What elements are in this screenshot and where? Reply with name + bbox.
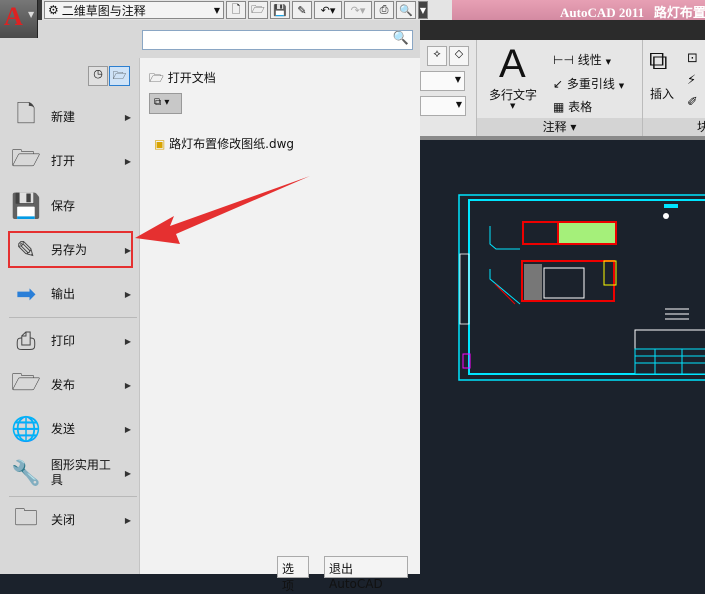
insert-button[interactable]: 插入 (650, 85, 674, 102)
folder-icon: 🗁 (149, 71, 164, 85)
menu-item-close[interactable]: 🗀 关闭 ▶ (8, 500, 134, 540)
recent-documents-icon[interactable]: ◷ (88, 66, 108, 86)
menu-item-drawing-utilities[interactable]: 🔧 图形实用工具 ▶ (8, 453, 134, 493)
ribbon-tab-strip (420, 20, 705, 40)
linear-button[interactable]: ⊢⊣ 线性 ▼ (553, 51, 611, 68)
quick-access-toolbar: ⚙ 二维草图与注释 ▼ 🗋 🗁 💾 ✎ ↶▾ ↷▾ ⎙ 🔍 ▼ (42, 0, 452, 20)
annotation-arrow (135, 176, 310, 244)
submenu-arrow-icon: ▶ (124, 336, 131, 346)
saveas-icon[interactable]: ✎ (292, 1, 312, 19)
preview-icon[interactable]: 🔍 (396, 1, 416, 19)
leader-icon: ↙ (553, 77, 564, 91)
search-input[interactable]: 🔍 (142, 30, 413, 50)
recent-header: 🗁 打开文档 (149, 71, 216, 85)
send-globe-icon: 🌐 (11, 415, 41, 443)
style-combo[interactable]: ▼ (420, 96, 466, 116)
application-menu: 🔍 ◷ 🗁 🗋 新建 ▶ 🗁 打开 ▶ 💾 保存 ✎ 另存为 ▶ ➡ 输出 ▶ ⎙ 打印 ▶ 🗁 发布 ▶… (0, 20, 420, 593)
view-mode-dropdown[interactable]: ⧉ ▾ (149, 93, 182, 114)
close-folder-icon: 🗀 (14, 502, 38, 531)
submenu-arrow-icon: ▶ (124, 112, 131, 122)
table-icon: ▦ (553, 100, 565, 114)
new-file-icon: 🗋 (16, 99, 36, 128)
publish-icon: 🗁 (11, 367, 41, 396)
workspace-dropdown[interactable]: ⚙ 二维草图与注释 ▼ (44, 1, 224, 19)
drawing-canvas[interactable] (420, 144, 705, 574)
table-button[interactable]: ▦ 表格 (553, 98, 592, 115)
submenu-arrow-icon: ▶ (124, 156, 131, 166)
submenu-arrow-icon: ▶ (124, 468, 131, 478)
export-icon: ➡ (15, 280, 37, 308)
menu-item-open[interactable]: 🗁 打开 ▶ (8, 141, 134, 181)
recent-file-item[interactable]: ▣ 路灯布置修改图纸.dwg (154, 135, 294, 152)
annotation-panel-label[interactable]: 注释 ▾ (477, 118, 642, 136)
save-disk-icon: 💾 (11, 192, 41, 220)
ribbon-panel-left: ⟡ ◇ ▼ ▼ (420, 40, 477, 136)
window-title: AutoCAD 2011 路灯布置 (452, 0, 705, 20)
multiline-text-button[interactable]: 多行文字 (489, 86, 537, 103)
new-icon[interactable]: 🗋 (226, 1, 246, 19)
submenu-arrow-icon: ▶ (124, 380, 131, 390)
menu-divider (9, 317, 137, 318)
undo-icon[interactable]: ↶▾ (314, 1, 342, 19)
layer-combo[interactable]: ▼ (420, 71, 465, 91)
search-icon: 🔍 (392, 31, 409, 46)
customize-dropdown-icon[interactable]: ▼ (418, 1, 428, 19)
layer-light-icon[interactable]: ◇ (449, 46, 469, 66)
open-icon[interactable]: 🗁 (248, 1, 268, 19)
submenu-arrow-icon: ▶ (124, 515, 131, 525)
exit-autocad-button[interactable]: 退出 AutoCAD (324, 556, 408, 591)
ribbon: ⟡ ◇ ▼ ▼ A 多行文字 ▼ ⊢⊣ 线性 ▼ ↙ 多重引线 ▼ ▦ 表格 注… (420, 40, 705, 140)
chevron-down-icon: ▼ (510, 102, 516, 110)
application-button[interactable]: A ▼ (0, 0, 38, 38)
autocad-logo-icon: A (4, 2, 23, 31)
open-folder-icon: 🗁 (11, 143, 41, 172)
redo-icon[interactable]: ↷▾ (344, 1, 372, 19)
block-panel: ⧉ 插入 ⊡ ⚡ ✐ 块 (643, 40, 705, 136)
menu-item-export[interactable]: ➡ 输出 ▶ (8, 274, 134, 314)
printer-icon: ⎙ (16, 327, 36, 355)
dwg-file-icon: ▣ (154, 137, 166, 151)
menu-item-save[interactable]: 💾 保存 (8, 186, 134, 226)
submenu-arrow-icon: ▶ (124, 289, 131, 299)
dimension-icon: ⊢⊣ (553, 53, 574, 67)
gear-icon: ⚙ (48, 3, 59, 17)
annotation-panel: A 多行文字 ▼ ⊢⊣ 线性 ▼ ↙ 多重引线 ▼ ▦ 表格 注释 ▾ (477, 40, 643, 136)
text-a-icon[interactable]: A (499, 42, 526, 87)
block-panel-label[interactable]: 块 (643, 118, 705, 136)
save-icon[interactable]: 💾 (270, 1, 290, 19)
options-button[interactable]: 选项 (277, 556, 309, 593)
menu-item-print[interactable]: ⎙ 打印 ▶ (8, 321, 134, 361)
submenu-arrow-icon: ▶ (124, 424, 131, 434)
plot-icon[interactable]: ⎙ (374, 1, 394, 19)
menu-divider (9, 496, 137, 497)
block-tools-icons[interactable]: ⊡ ⚡ ✐ (687, 48, 698, 114)
menu-item-publish[interactable]: 🗁 发布 ▶ (8, 365, 134, 405)
multileader-button[interactable]: ↙ 多重引线 ▼ (553, 75, 624, 92)
highlight-box (8, 231, 133, 268)
menu-item-send[interactable]: 🌐 发送 ▶ (8, 409, 134, 449)
chevron-down-icon: ▼ (28, 10, 35, 19)
left-strip (459, 253, 470, 325)
menu-item-new[interactable]: 🗋 新建 ▶ (8, 97, 134, 137)
open-documents-icon[interactable]: 🗁 (109, 66, 130, 86)
chevron-down-icon: ▼ (213, 5, 220, 15)
wrench-icon: 🔧 (10, 459, 41, 487)
insert-block-icon[interactable]: ⧉ (649, 46, 668, 77)
layer-icon[interactable]: ⟡ (427, 46, 447, 66)
